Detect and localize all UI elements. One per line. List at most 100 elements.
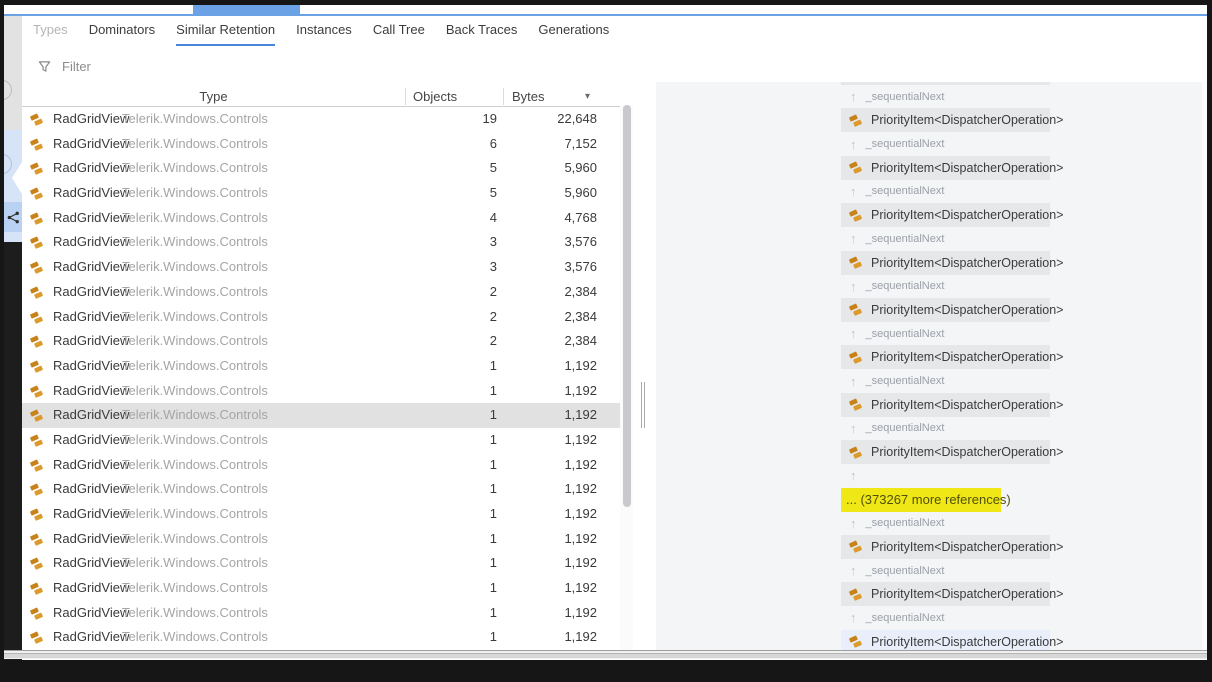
column-separator[interactable] [503,88,504,105]
column-header-type[interactable]: Type [22,87,405,106]
graph-item[interactable]: ↑ _sequentialNext [841,606,1050,629]
table-row[interactable]: RadGridView Telerik.Windows.Controls 6 7… [22,132,620,157]
table-row[interactable]: RadGridView Telerik.Windows.Controls 1 1… [22,625,620,650]
left-edge-sidebar [4,16,22,660]
tab[interactable]: Instances [296,22,352,46]
type-namespace: Telerik.Windows.Controls [122,234,268,250]
objects-count: 1 [489,580,497,596]
graph-item[interactable]: ↑ _sequentialNext [841,180,1050,203]
graph-item[interactable]: ↑ _sequentialNext [841,85,1050,108]
graph-item[interactable]: ↑ PriorityItem<DispatcherOperation> [841,345,1063,370]
type-name: RadGridView [53,308,130,324]
graph-item[interactable]: ↑ _sequentialNext [841,322,1050,345]
table-row[interactable]: RadGridView Telerik.Windows.Controls 1 1… [22,551,620,576]
filter-bar[interactable]: Filter [38,59,91,74]
table-row[interactable]: RadGridView Telerik.Windows.Controls 1 1… [22,477,620,502]
graph-item[interactable]: ↑ PriorityItem<DispatcherOperation> [841,392,1063,417]
graph-item[interactable]: ↑ [841,464,1050,487]
horizontal-scrollbar-thumb[interactable] [4,653,1207,658]
class-icon [30,533,43,546]
table-row[interactable]: RadGridView Telerik.Windows.Controls 4 4… [22,206,620,231]
type-name: RadGridView [53,407,130,423]
panel-splitter[interactable] [633,82,656,652]
node-graph-icon [7,211,19,223]
type-name: RadGridView [53,604,130,620]
class-icon [30,434,43,447]
table-row[interactable]: RadGridView Telerik.Windows.Controls 5 5… [22,156,620,181]
view-tabs: Types Dominators Similar Retention Insta… [33,22,609,46]
bytes-value: 1,192 [564,555,597,571]
class-icon [849,303,862,317]
graph-item[interactable]: ↑ PriorityItem<DispatcherOperation> [841,534,1063,559]
graph-item[interactable]: ↑ ... (373267 more references) [841,487,1011,512]
graph-item[interactable]: ↑ PriorityItem<DispatcherOperation> [841,582,1063,607]
tab[interactable]: Similar Retention [176,22,276,46]
class-icon [30,385,43,398]
table-row[interactable]: RadGridView Telerik.Windows.Controls 3 3… [22,230,620,255]
objects-count: 3 [489,234,497,250]
table-row[interactable]: RadGridView Telerik.Windows.Controls 1 1… [22,527,620,552]
tab[interactable]: Back Traces [446,22,518,46]
horizontal-scrollbar-track[interactable] [4,650,1207,659]
graph-item[interactable]: ↑ PriorityItem<DispatcherOperation> [841,203,1063,228]
bytes-value: 1,192 [564,407,597,423]
tab[interactable]: Generations [538,22,609,46]
graph-item[interactable]: ↑ _sequentialNext [841,559,1050,582]
table-row[interactable]: RadGridView Telerik.Windows.Controls 1 1… [22,428,620,453]
graph-item[interactable]: ↑ _sequentialNext [841,369,1050,392]
tab[interactable]: Dominators [89,22,155,46]
table-row[interactable]: RadGridView Telerik.Windows.Controls 3 3… [22,255,620,280]
table-row[interactable]: RadGridView Telerik.Windows.Controls 1 1… [22,403,620,428]
graph-item[interactable]: ↑ PriorityItem<DispatcherOperation> [841,108,1063,133]
table-row[interactable]: RadGridView Telerik.Windows.Controls 1 1… [22,601,620,626]
table-row[interactable]: RadGridView Telerik.Windows.Controls 5 5… [22,181,620,206]
window-frame-bottom [0,660,1212,682]
graph-item[interactable]: ↑ PriorityItem<DispatcherOperation> [841,440,1063,465]
class-icon [30,557,43,570]
graph-item-label: PriorityItem<DispatcherOperation> [871,113,1064,128]
table-row[interactable]: RadGridView Telerik.Windows.Controls 2 2… [22,329,620,354]
graph-item[interactable]: ↑ PriorityItem<DispatcherOperation> [841,250,1063,275]
filter-funnel-icon [38,61,51,72]
graph-item[interactable]: ↑ _sequentialNext [841,512,1050,535]
class-icon [849,256,862,269]
graph-item[interactable]: ↑ PriorityItem<DispatcherOperation> [841,155,1063,180]
graph-item-label: _sequentialNext [865,422,945,435]
retention-graph-nav-item[interactable] [4,202,22,232]
table-row[interactable]: RadGridView Telerik.Windows.Controls 1 1… [22,453,620,478]
tab[interactable]: Types [33,22,68,46]
graph-item[interactable]: ↑ _sequentialNext [841,132,1050,155]
graph-item[interactable]: ↑ _sequentialNext [841,227,1050,250]
type-namespace: Telerik.Windows.Controls [122,580,268,596]
table-row[interactable]: RadGridView Telerik.Windows.Controls 1 1… [22,576,620,601]
table-row[interactable]: RadGridView Telerik.Windows.Controls 2 2… [22,305,620,330]
bytes-value: 7,152 [564,135,597,151]
graph-item[interactable]: ↑ _sequentialNext [841,275,1050,298]
table-row[interactable]: RadGridView Telerik.Windows.Controls 1 1… [22,502,620,527]
table-row[interactable]: RadGridView Telerik.Windows.Controls 19 … [22,107,620,132]
bytes-value: 1,192 [564,357,597,373]
graph-item[interactable]: ↑ PriorityItem<DispatcherOperation> [841,297,1063,322]
graph-item-label: PriorityItem<DispatcherOperation> [871,350,1064,365]
class-icon [30,261,43,274]
column-separator[interactable] [405,88,406,105]
table-row[interactable]: RadGridView Telerik.Windows.Controls 2 2… [22,280,620,305]
class-icon [30,335,43,348]
column-header-bytes[interactable]: Bytes [512,87,545,106]
type-namespace: Telerik.Windows.Controls [122,382,268,398]
table-row[interactable]: RadGridView Telerik.Windows.Controls 1 1… [22,379,620,404]
tab[interactable]: Call Tree [373,22,425,46]
class-icon [849,351,862,364]
class-icon [30,459,43,472]
memory-profiler-window: Types Dominators Similar Retention Insta… [0,0,1212,682]
type-namespace: Telerik.Windows.Controls [122,407,268,423]
table-row[interactable]: RadGridView Telerik.Windows.Controls 1 1… [22,354,620,379]
graph-item-label: _sequentialNext [865,138,945,151]
table-scrollbar-thumb[interactable] [622,105,631,507]
filter-label: Filter [62,59,91,74]
graph-item[interactable]: ↑ _sequentialNext [841,417,1050,440]
up-arrow-icon: ↑ [850,468,857,484]
sort-caret-icon[interactable]: ▾ [585,87,590,106]
column-header-objects[interactable]: Objects [413,87,457,106]
graph-item[interactable]: ↑ PriorityItem<DispatcherOperation> [841,629,1063,651]
